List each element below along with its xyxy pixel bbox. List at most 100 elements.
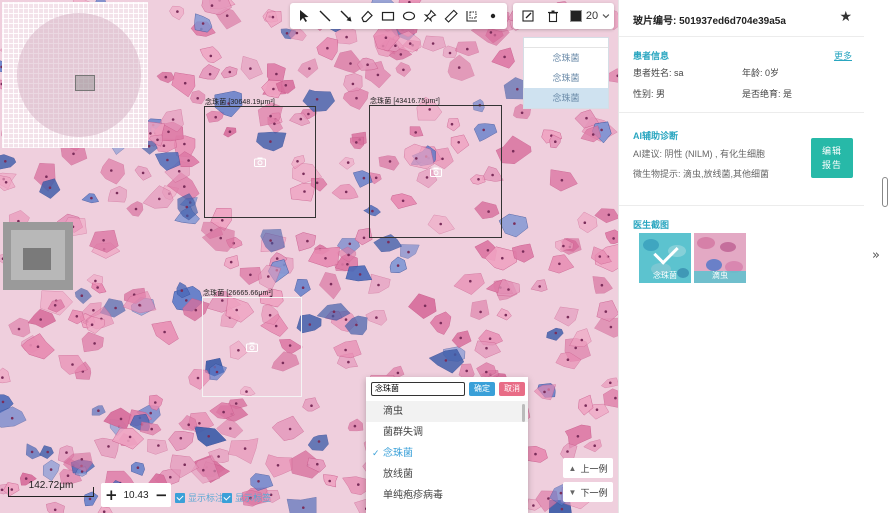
dot-icon[interactable] (484, 5, 503, 27)
cell-nucleus (384, 36, 388, 39)
cell-nucleus (332, 310, 336, 314)
arrow-line-icon[interactable] (336, 5, 355, 27)
cell-nucleus (431, 42, 435, 45)
ruler-icon[interactable] (442, 5, 461, 27)
zoom-out-button[interactable]: − (155, 486, 168, 504)
checkbox-icon[interactable] (222, 492, 232, 503)
select-arrow-icon[interactable] (294, 5, 313, 27)
cell-shape (81, 331, 104, 353)
label-option-list: 滴虫 菌群失调 ✓ 念珠菌 放线菌 单纯疱疹病毒 (366, 401, 528, 506)
cell-nucleus (444, 359, 448, 362)
screenshot-thumb-selected[interactable]: 念珠菌 (639, 233, 691, 283)
camera-icon[interactable] (254, 157, 266, 167)
chevron-down-icon[interactable] (602, 12, 610, 20)
pin-icon[interactable] (421, 5, 440, 27)
overview-map[interactable] (2, 2, 148, 148)
zoom-value[interactable]: 10.43 (123, 490, 148, 501)
label-option[interactable]: 念珠菌 (524, 48, 608, 68)
edit-report-line2: 报告 (821, 160, 842, 170)
checkbox-icon[interactable] (175, 492, 185, 503)
label-option-item[interactable]: 单纯疱疹病毒 (366, 485, 528, 506)
rectangle-icon[interactable] (378, 5, 397, 27)
kv-label: 年龄: (742, 68, 763, 78)
edit-report-button[interactable]: 编辑 报告 (811, 138, 853, 178)
label-input[interactable]: 念珠菌 (371, 382, 465, 396)
cancel-button[interactable]: 取消 (499, 382, 525, 396)
zoom-in-button[interactable]: + (105, 486, 118, 504)
cell-nucleus (358, 273, 362, 276)
slide-viewer[interactable]: 念珠菌 [30648.19μm²] 念珠菌 [43416.75μm²] 念珠菌 … (0, 0, 618, 513)
label-option-item-checked[interactable]: ✓ 念珠菌 (366, 443, 528, 464)
cell-nucleus (488, 337, 492, 341)
annotation-box-3[interactable]: 念珠菌 [26665.66μm²] (202, 290, 302, 397)
edit-note-icon[interactable] (517, 5, 539, 27)
slide-id-value: 501937ed6d704e39a5a (679, 16, 786, 27)
cell-nucleus (598, 255, 602, 258)
cell-nucleus (275, 72, 278, 76)
annotation-box-1[interactable]: 念珠菌 [30648.19μm²] (204, 99, 316, 218)
toggle-show-annotations[interactable]: 显示标注 (175, 491, 224, 504)
camera-icon[interactable] (429, 167, 442, 177)
cell-nucleus (489, 31, 493, 34)
label-option-selected[interactable]: 念珠菌 (524, 88, 608, 108)
cell-nucleus (301, 286, 305, 290)
cell-nucleus (167, 130, 170, 134)
camera-icon[interactable] (246, 342, 258, 352)
panel-scrollbar[interactable] (882, 177, 888, 207)
overview-viewport-box[interactable] (75, 75, 95, 91)
cell-nucleus (66, 474, 70, 478)
trash-icon[interactable] (543, 5, 565, 27)
stroke-width-value[interactable]: 20 (586, 10, 598, 22)
cell-nucleus (183, 142, 186, 146)
cell-nucleus (72, 152, 75, 156)
eraser-icon[interactable] (357, 5, 376, 27)
ai-suggestion: AI建议: 阴性 (NILM) , 有化生细胞 (633, 149, 766, 159)
next-case-button[interactable]: ▼ 下一例 (563, 482, 613, 502)
toggle-label: 显示标注 (188, 493, 225, 503)
cell-nucleus (326, 46, 329, 50)
cell-nucleus (584, 404, 587, 407)
label-option[interactable]: 念珠菌 (524, 68, 608, 88)
cell-shape (0, 367, 11, 384)
cell-nucleus (366, 63, 369, 66)
cell-shape (147, 439, 168, 455)
annotation-box-2[interactable]: 念珠菌 [43416.75μm²] (369, 98, 502, 238)
list-scrollbar[interactable] (522, 404, 525, 422)
screenshot-thumb[interactable]: 滴虫 (694, 233, 746, 283)
cell-shape (345, 265, 373, 282)
star-icon[interactable]: ★ (839, 8, 852, 25)
label-option-item[interactable]: 滴虫 (366, 401, 528, 422)
cell-nucleus (196, 376, 200, 380)
cell-nucleus (249, 67, 252, 70)
measure-area-icon[interactable] (463, 5, 482, 27)
cell-shape (265, 11, 282, 28)
label-option-item[interactable]: 放线菌 (366, 464, 528, 485)
cell-nucleus (394, 44, 397, 47)
patient-age: 年龄: 0岁 (742, 66, 779, 79)
more-link[interactable]: 更多 (834, 49, 852, 62)
cell-shape (447, 54, 475, 81)
triangle-down-icon: ▼ (568, 487, 577, 497)
label-option-item[interactable]: 菌群失调 (366, 422, 528, 443)
prev-label: 上一例 (580, 463, 608, 474)
toggle-show-labels[interactable]: 显示标签 (222, 491, 271, 504)
annotation-toolbar (290, 3, 507, 29)
expand-panel-icon[interactable]: » (872, 248, 880, 263)
cell-nucleus (324, 257, 327, 260)
divider (619, 36, 865, 37)
line-icon[interactable] (315, 5, 334, 27)
kv-value: sa (674, 68, 684, 78)
cell-nucleus (169, 475, 172, 479)
cell-nucleus (387, 240, 390, 244)
cell-nucleus (457, 66, 461, 69)
color-swatch[interactable] (570, 10, 582, 22)
cell-nucleus (115, 191, 119, 195)
cell-nucleus (147, 144, 151, 148)
confirm-button[interactable]: 确定 (469, 382, 495, 396)
cell-nucleus (243, 447, 247, 450)
cell-nucleus (179, 436, 183, 440)
prev-case-button[interactable]: ▲ 上一例 (563, 458, 613, 478)
slide-id-label: 玻片编号: (633, 16, 677, 27)
cell-shape (594, 208, 618, 224)
ellipse-icon[interactable] (399, 5, 418, 27)
